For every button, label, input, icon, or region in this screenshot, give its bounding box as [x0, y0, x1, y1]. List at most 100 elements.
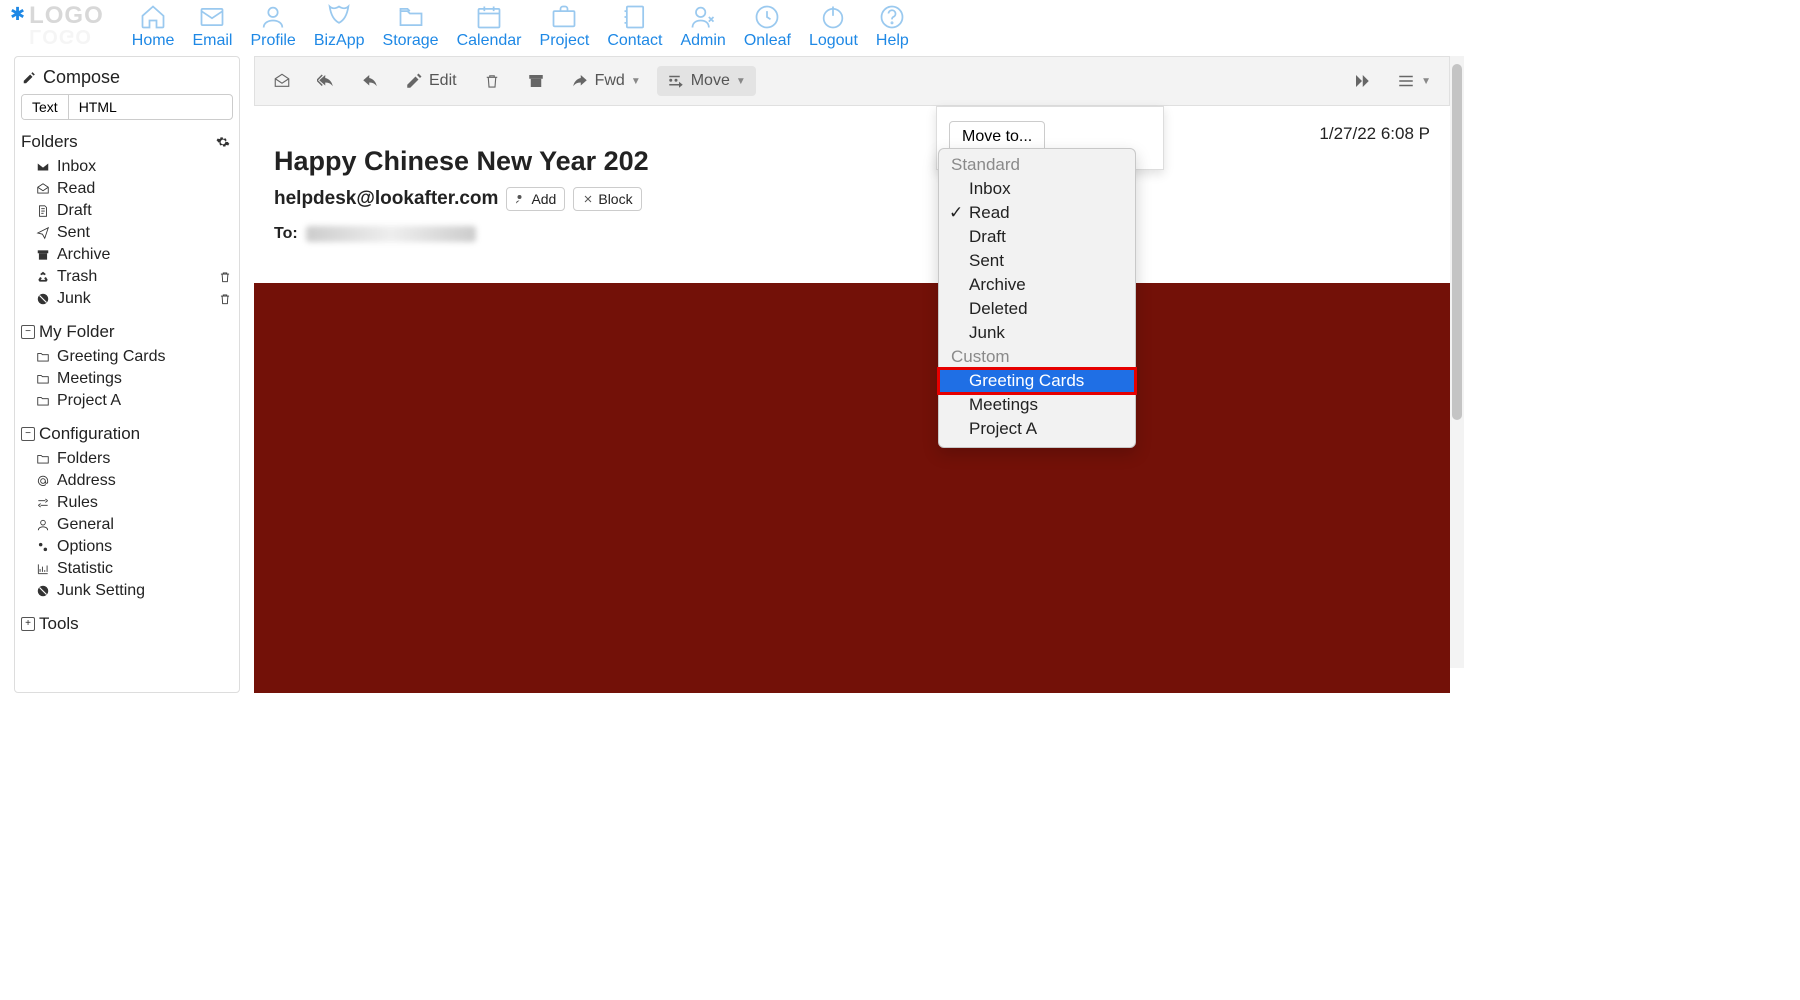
asterisk-icon: ✱ — [10, 4, 25, 25]
nav-storage[interactable]: Storage — [383, 4, 439, 50]
recycle-icon — [35, 269, 51, 285]
folders-header: Folders — [21, 130, 233, 156]
compose-icon — [21, 70, 37, 86]
flyout-item-read[interactable]: ✓Read — [939, 201, 1135, 225]
trash-icon[interactable] — [217, 269, 233, 285]
nav-profile[interactable]: Profile — [250, 4, 295, 50]
compose-html-button[interactable]: HTML — [68, 95, 127, 119]
gears-icon — [35, 539, 51, 555]
flyout-item-inbox[interactable]: Inbox — [939, 177, 1135, 201]
nav-project[interactable]: Project — [540, 4, 590, 50]
folder-meetings[interactable]: Meetings — [21, 368, 233, 390]
archive-icon — [35, 247, 51, 263]
message-toolbar: Edit Fwd▼ Move▼ ▼ — [254, 56, 1450, 106]
at-icon — [35, 473, 51, 489]
compose-row[interactable]: Compose — [21, 65, 233, 94]
config-general[interactable]: General — [21, 514, 233, 536]
sent-icon — [35, 225, 51, 241]
forward-button[interactable]: Fwd▼ — [561, 66, 651, 96]
trash-icon[interactable] — [217, 291, 233, 307]
flyout-item-junk[interactable]: Junk — [939, 321, 1135, 345]
nav-admin[interactable]: Admin — [680, 4, 725, 50]
logout-icon — [819, 4, 847, 30]
folder-icon — [35, 349, 51, 365]
folder-greeting-cards[interactable]: Greeting Cards — [21, 346, 233, 368]
add-contact-button[interactable]: Add — [506, 187, 565, 211]
mark-read-button[interactable] — [263, 66, 301, 96]
config-address[interactable]: Address — [21, 470, 233, 492]
tools-header[interactable]: +Tools — [21, 612, 233, 638]
standard-folders: Inbox Read Draft Sent Archive Trash Junk — [21, 156, 233, 310]
rules-icon — [35, 495, 51, 511]
flyout-item-meetings[interactable]: Meetings — [939, 393, 1135, 417]
configuration-list: Folders Address Rules General Options St… — [21, 448, 233, 602]
folder-archive[interactable]: Archive — [21, 244, 233, 266]
content: Edit Fwd▼ Move▼ ▼ Move to... Standard In… — [254, 56, 1464, 693]
block-contact-button[interactable]: Block — [573, 187, 641, 211]
collapse-icon: − — [21, 427, 35, 441]
sidebar: Compose Text HTML Folders Inbox Read Dra… — [14, 56, 240, 693]
scrollbar[interactable] — [1450, 56, 1464, 668]
reply-all-button[interactable] — [307, 66, 345, 96]
folder-icon — [35, 371, 51, 387]
chart-icon — [35, 561, 51, 577]
configuration-header[interactable]: −Configuration — [21, 422, 233, 448]
folder-draft[interactable]: Draft — [21, 200, 233, 222]
config-options[interactable]: Options — [21, 536, 233, 558]
delete-button[interactable] — [473, 66, 511, 96]
flyout-item-archive[interactable]: Archive — [939, 273, 1135, 297]
nav-onleaf[interactable]: Onleaf — [744, 4, 791, 50]
compose-text-button[interactable]: Text — [22, 95, 68, 119]
junk-icon — [35, 291, 51, 307]
nav-bizapp[interactable]: BizApp — [314, 4, 365, 50]
flyout-item-sent[interactable]: Sent — [939, 249, 1135, 273]
flyout-item-project-a[interactable]: Project A — [939, 417, 1135, 441]
message-date: 1/27/22 6:08 P — [274, 124, 1430, 144]
contact-icon — [621, 4, 649, 30]
folder-read[interactable]: Read — [21, 178, 233, 200]
flyout-item-deleted[interactable]: Deleted — [939, 297, 1135, 321]
flyout-item-draft[interactable]: Draft — [939, 225, 1135, 249]
onleaf-icon — [753, 4, 781, 30]
gear-icon[interactable] — [215, 134, 231, 150]
custom-folders: Greeting Cards Meetings Project A — [21, 346, 233, 412]
home-icon — [139, 4, 167, 30]
nav-email[interactable]: Email — [192, 4, 232, 50]
my-folder-header[interactable]: −My Folder — [21, 320, 233, 346]
reply-button[interactable] — [351, 66, 389, 96]
nav-home[interactable]: Home — [132, 4, 175, 50]
config-folders[interactable]: Folders — [21, 448, 233, 470]
config-statistic[interactable]: Statistic — [21, 558, 233, 580]
menu-button[interactable]: ▼ — [1387, 66, 1441, 96]
nav-calendar[interactable]: Calendar — [457, 4, 522, 50]
folder-sent[interactable]: Sent — [21, 222, 233, 244]
edit-button[interactable]: Edit — [395, 66, 467, 96]
folder-project-a[interactable]: Project A — [21, 390, 233, 412]
next-button[interactable] — [1343, 66, 1381, 96]
caret-down-icon: ▼ — [1421, 76, 1431, 87]
flyout-item-greeting-cards[interactable]: Greeting Cards — [939, 369, 1135, 393]
caret-down-icon: ▼ — [736, 76, 746, 87]
scrollbar-thumb[interactable] — [1452, 64, 1462, 420]
mail-icon — [198, 4, 226, 30]
message-subject: Happy Chinese New Year 202 — [274, 146, 1430, 177]
project-icon — [550, 4, 578, 30]
folder-trash[interactable]: Trash — [21, 266, 233, 288]
move-button[interactable]: Move▼ — [657, 66, 756, 96]
to-label: To: — [274, 225, 298, 243]
move-flyout-menu: Standard Inbox ✓Read Draft Sent Archive … — [938, 148, 1136, 448]
inbox-icon — [35, 159, 51, 175]
config-junk-setting[interactable]: Junk Setting — [21, 580, 233, 602]
expand-icon: + — [21, 617, 35, 631]
folder-inbox[interactable]: Inbox — [21, 156, 233, 178]
archive-button[interactable] — [517, 66, 555, 96]
nav-logout[interactable]: Logout — [809, 4, 858, 50]
folder-junk[interactable]: Junk — [21, 288, 233, 310]
compose-mode-group: Text HTML — [21, 94, 233, 120]
calendar-icon — [475, 4, 503, 30]
admin-icon — [689, 4, 717, 30]
config-rules[interactable]: Rules — [21, 492, 233, 514]
nav-help[interactable]: Help — [876, 4, 909, 50]
logo-reflection: LOGO — [29, 24, 104, 47]
nav-contact[interactable]: Contact — [607, 4, 662, 50]
